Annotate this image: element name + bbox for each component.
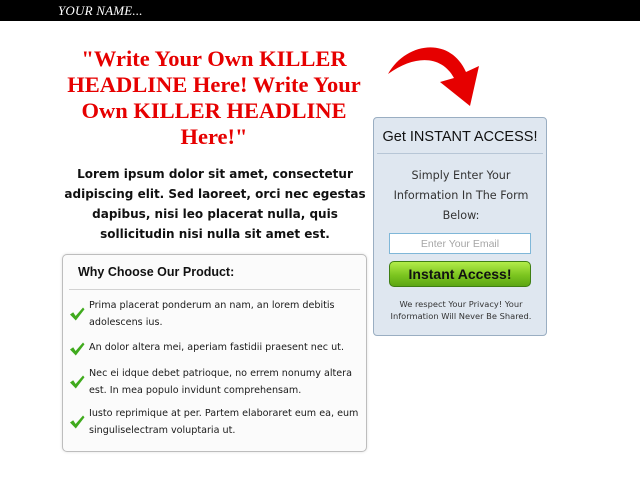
checkmark-icon bbox=[70, 342, 85, 356]
site-name: YOUR NAME... bbox=[58, 3, 143, 18]
privacy-note: We respect Your Privacy! Your Informatio… bbox=[390, 299, 532, 321]
optin-divider bbox=[377, 153, 543, 154]
checkmark-icon bbox=[70, 307, 85, 321]
feature-text: Iusto reprimique at per. Partem elaborar… bbox=[89, 408, 359, 436]
features-box: Why Choose Our Product: Prima placerat p… bbox=[62, 254, 367, 452]
headline: "Write Your Own KILLER HEADLINE Here! Wr… bbox=[67, 46, 361, 149]
intro-text: Lorem ipsum dolor sit amet, consectetur … bbox=[64, 167, 366, 241]
email-input[interactable] bbox=[389, 233, 531, 254]
checkmark-icon bbox=[70, 415, 85, 429]
features-title: Why Choose Our Product: bbox=[78, 265, 235, 279]
feature-text: Nec ei idque debet patrioque, no errem n… bbox=[89, 368, 352, 396]
optin-title: Get INSTANT ACCESS! bbox=[382, 129, 538, 145]
optin-description: Simply Enter Your Information In The For… bbox=[393, 169, 529, 222]
optin-form: Get INSTANT ACCESS! Simply Enter Your In… bbox=[373, 117, 547, 336]
features-divider bbox=[69, 289, 360, 290]
feature-text: Prima placerat ponderum an nam, an lorem… bbox=[89, 300, 335, 328]
feature-text: An dolor altera mei, aperiam fastidii pr… bbox=[89, 342, 344, 353]
top-bar: YOUR NAME... bbox=[0, 0, 640, 21]
curved-arrow-icon bbox=[388, 47, 479, 106]
instant-access-button[interactable]: Instant Access! bbox=[389, 261, 531, 287]
checkmark-icon bbox=[70, 375, 85, 389]
